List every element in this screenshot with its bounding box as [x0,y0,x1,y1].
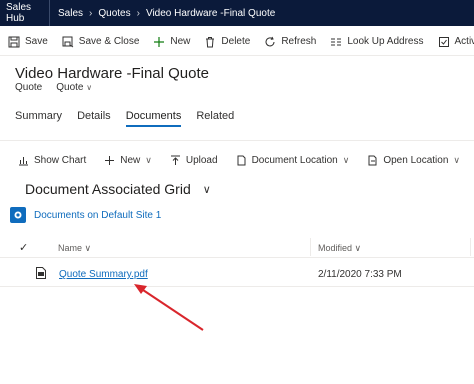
open-location-button[interactable]: Open Location ∨ [357,149,468,171]
column-header-modified[interactable]: Modified ∨ [318,243,361,254]
new-button[interactable]: New [146,28,197,55]
document-location-button[interactable]: Document Location ∨ [226,149,358,171]
breadcrumb-record[interactable]: Video Hardware -Final Quote [146,8,275,19]
tab-list: Summary Details Documents Related [15,108,249,127]
activate-icon [438,36,449,47]
look-up-address-button[interactable]: Look Up Address [323,28,430,55]
chevron-down-icon: ∨ [342,154,350,165]
breadcrumb-quotes[interactable]: Quotes [98,8,130,19]
save-label: Save [25,36,48,47]
chevron-down-icon: ∨ [354,243,362,253]
column-modified-label: Modified [318,243,353,253]
chevron-down-icon: ∨ [86,83,93,92]
grid-title: Document Associated Grid [25,181,191,197]
column-divider [470,238,471,256]
column-header-name[interactable]: Name ∨ [58,243,91,254]
top-nav-bar: Sales Hub Sales › Quotes › Video Hardwar… [0,0,474,26]
form-selector[interactable]: Quote ∨ [56,82,92,93]
table-row[interactable]: Quote Summary.pdf 2/11/2020 7:33 PM [0,259,474,287]
upload-button[interactable]: Upload [160,149,226,171]
entity-name: Quote [15,82,43,93]
show-chart-label: Show Chart [34,154,87,166]
tab-documents[interactable]: Documents [125,108,181,127]
open-location-label: Open Location [383,154,449,166]
chevron-down-icon: ∨ [84,243,92,253]
chevron-down-icon: ∨ [145,154,152,165]
chevron-right-icon: › [89,7,93,19]
refresh-icon [265,36,275,46]
sharepoint-icon [10,207,26,223]
refresh-label: Refresh [281,36,317,47]
divider [0,140,474,141]
save-button[interactable]: Save [0,28,55,55]
upload-icon [170,155,180,165]
tab-summary[interactable]: Summary [15,108,62,127]
plus-icon [105,155,115,165]
document-icon [237,155,246,165]
tab-related[interactable]: Related [196,108,234,127]
activate-quote-button[interactable]: Activate Quote [431,28,474,55]
view-selector[interactable]: Document Associated Grid ∨ [25,181,211,197]
tab-details[interactable]: Details [77,108,111,127]
site-name: Documents on Default Site 1 [34,209,162,221]
app-name[interactable]: Sales Hub [0,0,50,26]
delete-button[interactable]: Delete [197,28,257,55]
save-close-button[interactable]: Save & Close [55,28,147,55]
document-link[interactable]: Quote Summary.pdf [59,269,148,280]
show-chart-button[interactable]: Show Chart [0,149,94,171]
chevron-down-icon: ∨ [453,154,460,165]
delete-label: Delete [221,36,251,47]
open-location-icon [368,155,377,165]
select-all-checkmark-icon[interactable]: ✓ [19,241,28,254]
document-location-label: Document Location [251,154,338,166]
upload-label: Upload [185,154,218,166]
breadcrumb-sales[interactable]: Sales [58,8,83,19]
trash-icon [206,36,215,47]
refresh-button[interactable]: Refresh [257,28,323,55]
lookup-address-icon [331,38,342,45]
chevron-right-icon: › [136,7,140,19]
column-divider [310,238,311,256]
record-title: Video Hardware -Final Quote [15,65,209,82]
save-close-label: Save & Close [78,36,140,47]
chart-icon [19,156,28,165]
form-name: Quote [56,82,84,93]
save-close-icon [62,36,74,47]
sharepoint-site-link[interactable]: Documents on Default Site 1 [10,207,161,223]
documents-toolbar: Show Chart New ∨ Upload Document Locatio… [0,149,474,171]
record-subtitle: Quote Quote ∨ [15,82,92,93]
pdf-file-icon [36,267,46,279]
command-bar: Save Save & Close New Delete Refresh Loo… [0,28,474,56]
new-document-button[interactable]: New ∨ [94,149,160,171]
activate-quote-label: Activate Quote [454,36,474,47]
grid-header: ✓ Name ∨ Modified ∨ [0,236,474,258]
save-icon [8,36,20,47]
new-label: New [170,36,191,47]
breadcrumb: Sales › Quotes › Video Hardware -Final Q… [50,8,275,19]
column-name-label: Name [58,243,83,253]
chevron-down-icon: ∨ [202,183,211,196]
modified-date: 2/11/2020 7:33 PM [318,269,402,280]
plus-icon [154,36,165,47]
new-document-label: New [120,154,141,166]
look-up-address-label: Look Up Address [347,36,424,47]
